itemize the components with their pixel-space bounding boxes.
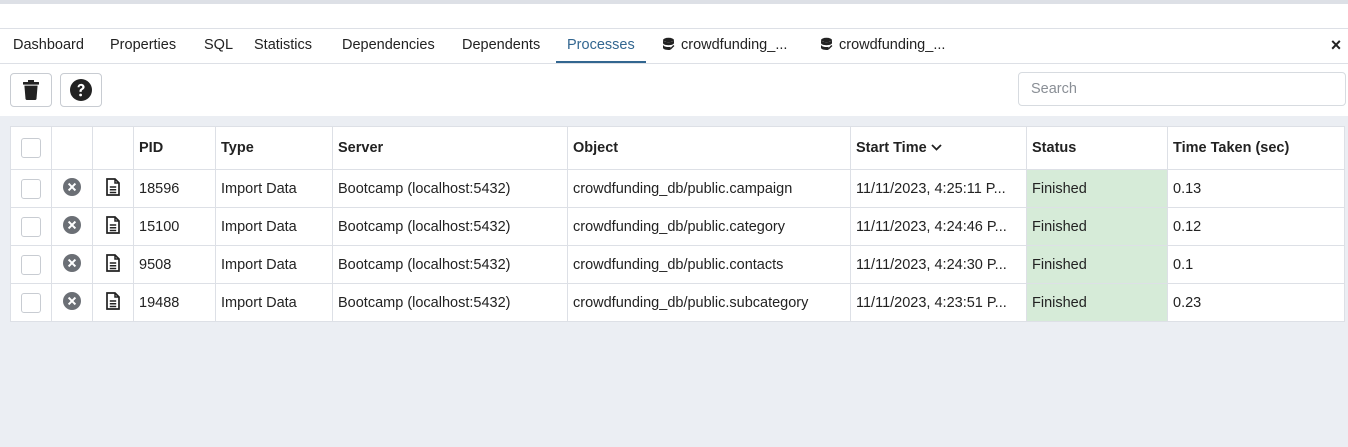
table-header-row: PID Type Server Object Start Time Status… bbox=[10, 126, 1345, 170]
cell-time-taken: 0.12 bbox=[1167, 207, 1345, 246]
cell-time-taken: 0.23 bbox=[1167, 283, 1345, 322]
cell-server: Bootcamp (localhost:5432) bbox=[332, 207, 568, 246]
view-logs-button[interactable] bbox=[92, 245, 134, 284]
header-cancel bbox=[51, 126, 93, 170]
cancel-process-button[interactable] bbox=[51, 169, 93, 208]
tab-sql[interactable]: SQL bbox=[204, 29, 233, 63]
row-checkbox[interactable] bbox=[21, 216, 41, 237]
cell-pid: 15100 bbox=[133, 207, 216, 246]
cell-pid: 19488 bbox=[133, 283, 216, 322]
toolbar bbox=[0, 64, 1348, 116]
header-object[interactable]: Object bbox=[567, 126, 851, 170]
row-checkbox-cell[interactable] bbox=[10, 207, 52, 246]
cell-start-time: 11/11/2023, 4:25:11 P... bbox=[850, 169, 1027, 208]
header-start-time[interactable]: Start Time bbox=[850, 126, 1027, 170]
cell-time-taken: 0.13 bbox=[1167, 169, 1345, 208]
header-time-taken[interactable]: Time Taken (sec) bbox=[1167, 126, 1345, 170]
cancel-process-button[interactable] bbox=[51, 207, 93, 246]
cancel-process-icon bbox=[63, 291, 81, 310]
cell-time-taken: 0.1 bbox=[1167, 245, 1345, 284]
row-checkbox-cell[interactable] bbox=[10, 283, 52, 322]
cell-type: Import Data bbox=[215, 207, 333, 246]
log-file-icon bbox=[106, 215, 120, 234]
tab-bar: Dashboard Properties SQL Statistics Depe… bbox=[0, 28, 1348, 64]
table-row[interactable]: 19488 Import Data Bootcamp (localhost:5432… bbox=[10, 283, 1345, 322]
tab-dependents[interactable]: Dependents bbox=[462, 29, 540, 63]
table-row[interactable]: 18596 Import Data Bootcamp (localhost:5432… bbox=[10, 169, 1345, 208]
close-panel-button[interactable]: × bbox=[1328, 29, 1344, 63]
header-spacer bbox=[0, 4, 1348, 28]
view-logs-button[interactable] bbox=[92, 283, 134, 322]
view-logs-button[interactable] bbox=[92, 207, 134, 246]
log-file-icon bbox=[106, 253, 120, 272]
cell-status: Finished bbox=[1026, 245, 1168, 284]
cell-object: crowdfunding_db/public.contacts bbox=[567, 245, 851, 284]
row-checkbox[interactable] bbox=[21, 254, 41, 275]
delete-button[interactable] bbox=[10, 73, 52, 107]
log-file-icon bbox=[106, 291, 120, 310]
processes-table: PID Type Server Object Start Time Status… bbox=[10, 126, 1345, 322]
tab-properties[interactable]: Properties bbox=[110, 29, 176, 63]
row-checkbox[interactable] bbox=[21, 178, 41, 199]
cell-pid: 9508 bbox=[133, 245, 216, 284]
database-icon bbox=[821, 37, 833, 50]
cell-start-time: 11/11/2023, 4:24:30 P... bbox=[850, 245, 1027, 284]
select-all-checkbox-cell[interactable] bbox=[10, 126, 52, 170]
log-file-icon bbox=[106, 177, 120, 196]
cell-object: crowdfunding_db/public.campaign bbox=[567, 169, 851, 208]
cell-type: Import Data bbox=[215, 283, 333, 322]
cell-status: Finished bbox=[1026, 283, 1168, 322]
cell-server: Bootcamp (localhost:5432) bbox=[332, 169, 568, 208]
header-server[interactable]: Server bbox=[332, 126, 568, 170]
header-status[interactable]: Status bbox=[1026, 126, 1168, 170]
search-input[interactable] bbox=[1018, 72, 1346, 106]
cell-server: Bootcamp (localhost:5432) bbox=[332, 283, 568, 322]
cancel-process-icon bbox=[63, 253, 81, 272]
cancel-process-icon bbox=[63, 177, 81, 196]
table-row[interactable]: 9508 Import Data Bootcamp (localhost:5432)… bbox=[10, 245, 1345, 284]
cell-start-time: 11/11/2023, 4:23:51 P... bbox=[850, 283, 1027, 322]
help-icon bbox=[70, 79, 92, 101]
row-checkbox[interactable] bbox=[21, 292, 41, 313]
header-type[interactable]: Type bbox=[215, 126, 333, 170]
cancel-process-button[interactable] bbox=[51, 283, 93, 322]
chevron-down-icon bbox=[931, 144, 942, 151]
process-grid-area: PID Type Server Object Start Time Status… bbox=[0, 116, 1348, 447]
row-checkbox-cell[interactable] bbox=[10, 245, 52, 284]
table-row[interactable]: 15100 Import Data Bootcamp (localhost:5432… bbox=[10, 207, 1345, 246]
tab-processes[interactable]: Processes bbox=[556, 29, 646, 63]
cell-pid: 18596 bbox=[133, 169, 216, 208]
tab-query-2[interactable]: crowdfunding_... bbox=[820, 29, 945, 63]
cell-type: Import Data bbox=[215, 245, 333, 284]
tab-statistics[interactable]: Statistics bbox=[254, 29, 312, 63]
header-pid[interactable]: PID bbox=[133, 126, 216, 170]
cell-type: Import Data bbox=[215, 169, 333, 208]
cell-status: Finished bbox=[1026, 207, 1168, 246]
header-logs bbox=[92, 126, 134, 170]
database-icon bbox=[663, 37, 675, 50]
tab-dependencies[interactable]: Dependencies bbox=[342, 29, 435, 63]
view-logs-button[interactable] bbox=[92, 169, 134, 208]
trash-icon bbox=[23, 80, 39, 100]
cell-object: crowdfunding_db/public.subcategory bbox=[567, 283, 851, 322]
cell-server: Bootcamp (localhost:5432) bbox=[332, 245, 568, 284]
help-button[interactable] bbox=[60, 73, 102, 107]
cell-status: Finished bbox=[1026, 169, 1168, 208]
cancel-process-icon bbox=[63, 215, 81, 234]
tab-query-1[interactable]: crowdfunding_... bbox=[662, 29, 787, 63]
row-checkbox-cell[interactable] bbox=[10, 169, 52, 208]
tab-dashboard[interactable]: Dashboard bbox=[13, 29, 84, 63]
cell-start-time: 11/11/2023, 4:24:46 P... bbox=[850, 207, 1027, 246]
select-all-checkbox[interactable] bbox=[21, 138, 41, 158]
cell-object: crowdfunding_db/public.category bbox=[567, 207, 851, 246]
cancel-process-button[interactable] bbox=[51, 245, 93, 284]
